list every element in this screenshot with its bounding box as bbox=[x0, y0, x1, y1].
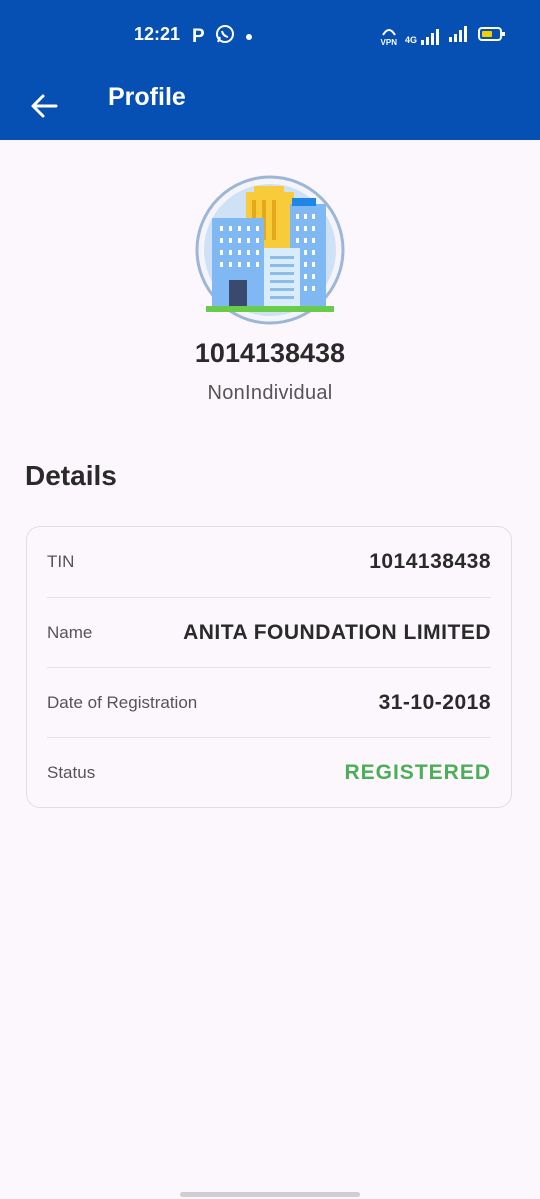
detail-label: Name bbox=[47, 623, 93, 642]
detail-row-name: Name ANITA FOUNDATION LIMITED bbox=[47, 597, 491, 668]
detail-row-date: Date of Registration 31-10-2018 bbox=[47, 667, 491, 738]
dot-icon bbox=[245, 28, 253, 46]
detail-label: TIN bbox=[47, 552, 75, 571]
whatsapp-icon bbox=[215, 24, 235, 49]
profile-id: 1014138438 bbox=[194, 338, 346, 368]
detail-row-status: Status REGISTERED bbox=[47, 737, 491, 808]
profile-type: NonIndividual bbox=[207, 382, 333, 404]
vpn-icon: VPN bbox=[381, 27, 397, 47]
status-bar: 12:21 P VPN 4G bbox=[0, 0, 540, 72]
detail-label: Date of Registration bbox=[47, 693, 198, 712]
status-time: 12:21 bbox=[134, 24, 181, 44]
detail-value: ANITA FOUNDATION LIMITED bbox=[183, 621, 491, 644]
app-bar: Profile bbox=[0, 72, 540, 140]
home-indicator[interactable] bbox=[180, 1192, 360, 1197]
system-icons: VPN 4G bbox=[381, 26, 506, 47]
arrow-left-icon bbox=[31, 94, 58, 118]
detail-row-tin: TIN 1014138438 bbox=[47, 527, 491, 597]
detail-value: 31-10-2018 bbox=[378, 691, 491, 714]
status-badge: REGISTERED bbox=[344, 761, 491, 784]
signal-icon bbox=[448, 26, 470, 47]
back-button[interactable] bbox=[22, 84, 66, 128]
page-title: Profile bbox=[108, 83, 186, 111]
detail-value: 1014138438 bbox=[369, 550, 491, 573]
4g-signal-icon: 4G bbox=[405, 28, 440, 45]
p-icon: P bbox=[192, 25, 205, 47]
building-icon bbox=[194, 174, 346, 326]
notification-icons: P bbox=[192, 24, 253, 49]
details-card: TIN 1014138438 Name ANITA FOUNDATION LIM… bbox=[26, 526, 512, 808]
battery-icon bbox=[478, 26, 506, 47]
details-heading: Details bbox=[25, 460, 117, 491]
detail-label: Status bbox=[47, 763, 96, 782]
